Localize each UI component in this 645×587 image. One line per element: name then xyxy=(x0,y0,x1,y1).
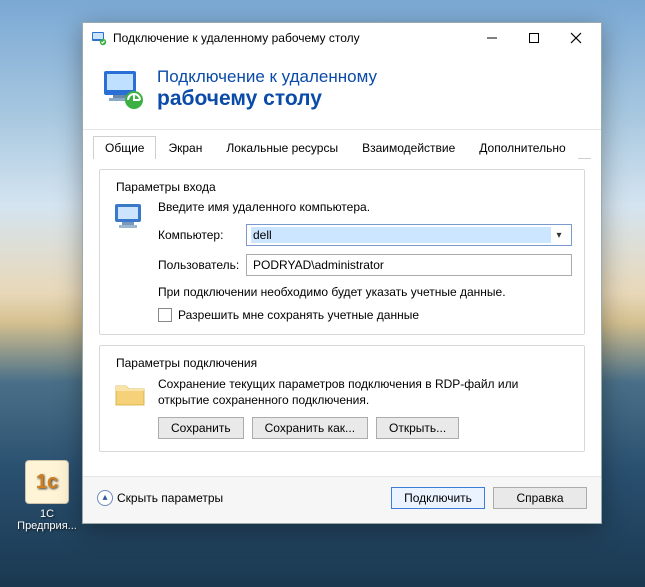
login-settings-group: Параметры входа Введите имя удаленного к… xyxy=(99,169,585,335)
footer-bar: ▴ Скрыть параметры Подключить Справка xyxy=(83,476,601,523)
tab-experience[interactable]: Взаимодействие xyxy=(350,136,467,159)
banner-title-line2: рабочему столу xyxy=(157,87,377,111)
desktop-shortcut-label-1: 1C xyxy=(12,508,82,520)
user-label: Пользователь: xyxy=(158,258,246,272)
tab-general[interactable]: Общие xyxy=(93,136,156,159)
save-credentials-checkbox[interactable] xyxy=(158,308,172,322)
rdp-banner-icon xyxy=(101,67,145,111)
maximize-button[interactable] xyxy=(513,24,555,52)
tab-display[interactable]: Экран xyxy=(156,136,214,159)
hide-options-label: Скрыть параметры xyxy=(117,491,223,505)
computer-combobox[interactable]: dell ▾ xyxy=(246,224,572,246)
hide-options-link[interactable]: ▴ Скрыть параметры xyxy=(97,490,223,506)
save-as-button[interactable]: Сохранить как... xyxy=(252,417,368,439)
save-credentials-label: Разрешить мне сохранять учетные данные xyxy=(178,308,419,322)
connection-note: Сохранение текущих параметров подключени… xyxy=(158,376,572,408)
computer-icon xyxy=(112,200,150,322)
tab-local-resources[interactable]: Локальные ресурсы xyxy=(214,136,350,159)
window-title: Подключение к удаленному рабочему столу xyxy=(113,31,471,45)
tab-advanced[interactable]: Дополнительно xyxy=(467,136,577,159)
connection-settings-group: Параметры подключения Сохранение текущих… xyxy=(99,345,585,451)
user-input[interactable] xyxy=(246,254,572,276)
titlebar[interactable]: Подключение к удаленному рабочему столу xyxy=(83,23,601,53)
connect-button[interactable]: Подключить xyxy=(391,487,485,509)
login-settings-legend: Параметры входа xyxy=(112,180,220,194)
rdp-dialog-window: Подключение к удаленному рабочему столу xyxy=(82,22,602,524)
rdp-app-icon xyxy=(91,30,107,46)
credentials-note: При подключении необходимо будет указать… xyxy=(158,284,572,300)
desktop-shortcut-label-2: Предприя... xyxy=(12,520,82,532)
window-controls xyxy=(471,24,597,52)
banner-title-line1: Подключение к удаленному xyxy=(157,67,377,87)
computer-value: dell xyxy=(251,227,551,243)
app-1c-icon: 1c xyxy=(25,460,69,504)
chevron-up-icon: ▴ xyxy=(97,490,113,506)
minimize-button[interactable] xyxy=(471,24,513,52)
desktop-shortcut-1c[interactable]: 1c 1C Предприя... xyxy=(12,460,82,532)
header-banner: Подключение к удаленному рабочему столу xyxy=(83,53,601,130)
tabstrip: Общие Экран Локальные ресурсы Взаимодейс… xyxy=(93,136,591,159)
login-intro-text: Введите имя удаленного компьютера. xyxy=(158,200,572,214)
open-button[interactable]: Открыть... xyxy=(376,417,459,439)
help-button[interactable]: Справка xyxy=(493,487,587,509)
save-button[interactable]: Сохранить xyxy=(158,417,244,439)
chevron-down-icon[interactable]: ▾ xyxy=(551,230,567,241)
computer-label: Компьютер: xyxy=(158,228,246,242)
folder-icon xyxy=(112,376,150,438)
connection-settings-legend: Параметры подключения xyxy=(112,356,261,370)
close-button[interactable] xyxy=(555,24,597,52)
